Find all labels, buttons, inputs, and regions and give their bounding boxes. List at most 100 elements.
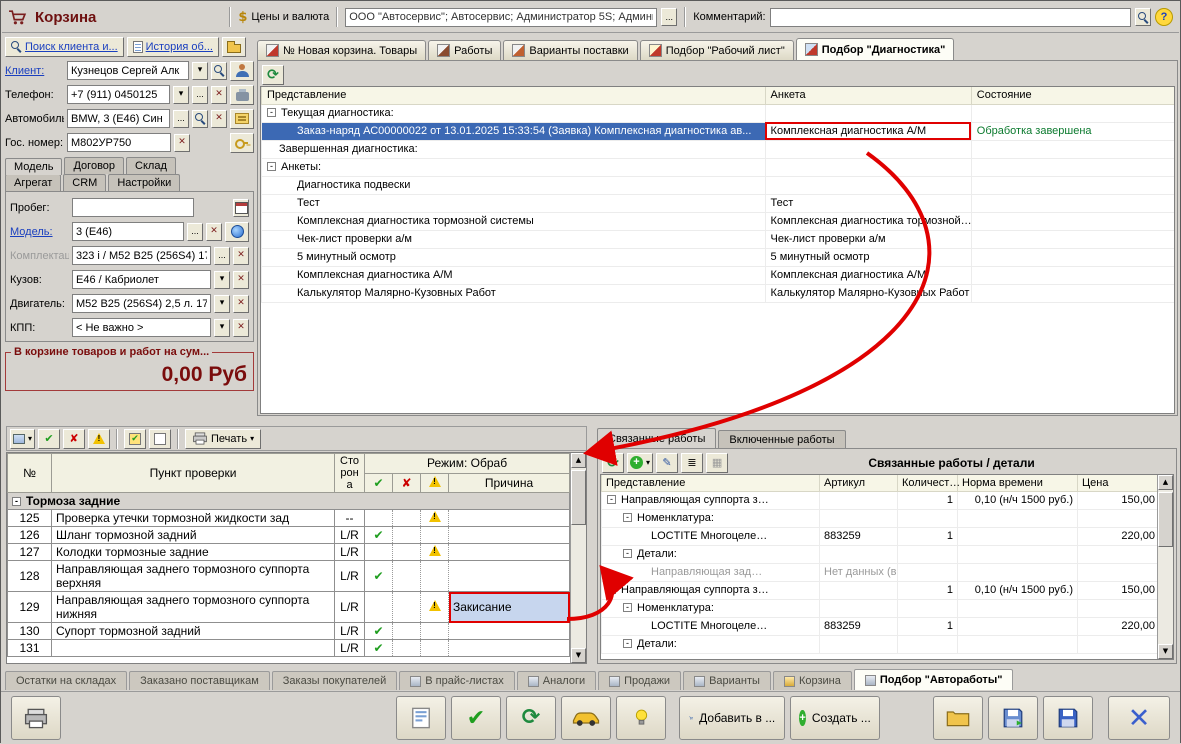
diagnostics-row[interactable]: Чек-лист проверки а/мЧек-лист проверки а…: [262, 230, 1176, 248]
client-card-button[interactable]: [230, 61, 254, 81]
check-all-button[interactable]: ✔: [124, 429, 146, 449]
related-edit-button[interactable]: ✎: [656, 453, 678, 473]
main-tab-3[interactable]: Варианты поставки: [503, 40, 637, 60]
tree-expander[interactable]: -: [623, 513, 632, 522]
idea-button[interactable]: [616, 696, 666, 740]
body-dropdown-button[interactable]: ▾: [214, 271, 230, 289]
scroll-up-icon[interactable]: ▲: [1158, 475, 1173, 490]
client-dropdown-button[interactable]: ▾: [192, 62, 208, 80]
related-refresh-button[interactable]: ⟳: [602, 453, 624, 473]
tree-expander[interactable]: -: [623, 603, 632, 612]
scroll-down-icon[interactable]: ▼: [1158, 644, 1173, 659]
export-button[interactable]: [988, 696, 1038, 740]
related-tab-2[interactable]: Включенные работы: [718, 430, 845, 449]
client-search-button[interactable]: [211, 62, 227, 80]
plate-key-button[interactable]: [230, 133, 254, 153]
model-group-tab2-2[interactable]: CRM: [63, 174, 106, 191]
diagnostics-row[interactable]: Диагностика подвески: [262, 176, 1176, 194]
car-more-button[interactable]: ...: [173, 110, 189, 128]
scroll-up-icon[interactable]: ▲: [571, 453, 586, 468]
prices-currency-button[interactable]: Цены и валюта: [251, 11, 329, 23]
plate-input[interactable]: [71, 137, 167, 149]
tree-expander[interactable]: -: [12, 497, 21, 506]
trim-clear-button[interactable]: ✕: [233, 247, 249, 265]
model-label[interactable]: Модель:: [10, 226, 69, 238]
open-button[interactable]: [933, 696, 983, 740]
related-row[interactable]: -Номенклатура:: [602, 509, 1160, 527]
diagnostics-row[interactable]: Комплексная диагностика тормозной систем…: [262, 212, 1176, 230]
engine-dropdown-button[interactable]: ▾: [214, 295, 230, 313]
body-input[interactable]: [76, 274, 207, 286]
comment-search-button[interactable]: [1135, 8, 1151, 26]
checklist-row[interactable]: 128Направляющая заднего тормозного суппо…: [8, 561, 570, 592]
main-tab-2[interactable]: Работы: [428, 40, 501, 60]
model-web-button[interactable]: [225, 222, 249, 242]
model-input[interactable]: [76, 226, 180, 238]
bottom-tab-1[interactable]: Остатки на складах: [5, 671, 127, 690]
related-row[interactable]: -Детали:: [602, 545, 1160, 563]
client-folder-button[interactable]: [222, 37, 246, 57]
main-tab-1[interactable]: № Новая корзина. Товары: [257, 40, 426, 60]
car-search-button[interactable]: [192, 110, 208, 128]
related-hierarchy-button[interactable]: ≣: [681, 453, 703, 473]
bottom-tab-5[interactable]: Аналоги: [517, 671, 596, 690]
body-clear-button[interactable]: ✕: [233, 271, 249, 289]
print-document-button[interactable]: [11, 696, 61, 740]
diagnostics-row[interactable]: Калькулятор Малярно-Кузовных РаботКальку…: [262, 284, 1176, 302]
diagnostics-row[interactable]: ТестТест: [262, 194, 1176, 212]
print-button[interactable]: Печать ▾: [185, 429, 261, 449]
diagnostics-row[interactable]: 5 минутный осмотр5 минутный осмотр: [262, 248, 1176, 266]
report-button[interactable]: [396, 696, 446, 740]
tree-expander[interactable]: -: [623, 639, 632, 648]
diagnostics-row[interactable]: -Текущая диагностика:: [262, 104, 1176, 122]
uncheck-all-button[interactable]: [149, 429, 171, 449]
bottom-tab-4[interactable]: В прайс-листах: [399, 671, 515, 690]
view-mode-button[interactable]: ▾: [10, 429, 35, 449]
plate-clear-button[interactable]: ✕: [174, 134, 190, 152]
related-row[interactable]: -Направляющая суппорта з…10,10 (н/ч 1500…: [602, 581, 1160, 599]
related-row[interactable]: -Номенклатура:: [602, 599, 1160, 617]
diagnostics-row[interactable]: -Анкеты:: [262, 158, 1176, 176]
help-button[interactable]: ?: [1155, 8, 1173, 26]
model-group-tab-2[interactable]: Договор: [64, 157, 124, 174]
gearbox-dropdown-button[interactable]: ▾: [214, 319, 230, 337]
tree-expander[interactable]: -: [267, 108, 276, 117]
gearbox-input[interactable]: [76, 322, 207, 334]
tree-expander[interactable]: -: [607, 495, 616, 504]
mileage-input[interactable]: [76, 202, 190, 214]
related-add-button[interactable]: +▾: [627, 453, 653, 473]
checklist-group-row[interactable]: -Тормоза задние: [8, 493, 570, 510]
scroll-thumb[interactable]: [1158, 492, 1173, 547]
tree-expander[interactable]: -: [607, 585, 616, 594]
mark-ok-button[interactable]: ✔: [38, 429, 60, 449]
checklist-row[interactable]: 127Колодки тормозные задниеL/R: [8, 544, 570, 561]
exchange-button[interactable]: ⟳: [506, 696, 556, 740]
checklist-scrollbar[interactable]: ▲ ▼: [570, 453, 586, 663]
main-tab-4[interactable]: Подбор "Рабочий лист": [640, 40, 794, 60]
checklist-row[interactable]: 131L/R✔: [8, 640, 570, 657]
close-button[interactable]: ✕: [1108, 696, 1170, 740]
history-button[interactable]: История об...: [127, 37, 219, 57]
related-row[interactable]: LOCTITE Многоцеле…8832591220,00: [602, 527, 1160, 545]
related-tab-1[interactable]: Связанные работы: [597, 428, 716, 449]
phone-more-button[interactable]: ...: [192, 86, 208, 104]
related-row[interactable]: -Направляющая суппорта з…10,10 (н/ч 1500…: [602, 491, 1160, 509]
car-input[interactable]: [71, 113, 166, 125]
car-clear-button[interactable]: ✕: [211, 110, 227, 128]
bottom-tab-8[interactable]: Корзина: [773, 671, 852, 690]
tree-expander[interactable]: -: [623, 549, 632, 558]
trim-more-button[interactable]: ...: [214, 247, 230, 265]
refresh-button[interactable]: ⟳: [262, 65, 284, 85]
diagnostics-row[interactable]: Комплексная диагностика А/МКомплексная д…: [262, 266, 1176, 284]
vehicle-button[interactable]: [561, 696, 611, 740]
checklist-row[interactable]: 130Супорт тормозной заднийL/R✔: [8, 623, 570, 640]
save-button[interactable]: [1043, 696, 1093, 740]
phone-clear-button[interactable]: ✕: [211, 86, 227, 104]
related-row[interactable]: LOCTITE Многоцеле…8832591220,00: [602, 617, 1160, 635]
model-group-tab2-3[interactable]: Настройки: [108, 174, 180, 191]
phone-dropdown-button[interactable]: ▾: [173, 86, 189, 104]
phone-call-button[interactable]: [230, 85, 254, 105]
model-group-tab-1[interactable]: Модель: [5, 158, 62, 175]
diagnostics-row[interactable]: Заказ-наряд АС00000022 от 13.01.2025 15:…: [262, 122, 1176, 140]
checklist-row[interactable]: 126Шланг тормозной заднийL/R✔: [8, 527, 570, 544]
